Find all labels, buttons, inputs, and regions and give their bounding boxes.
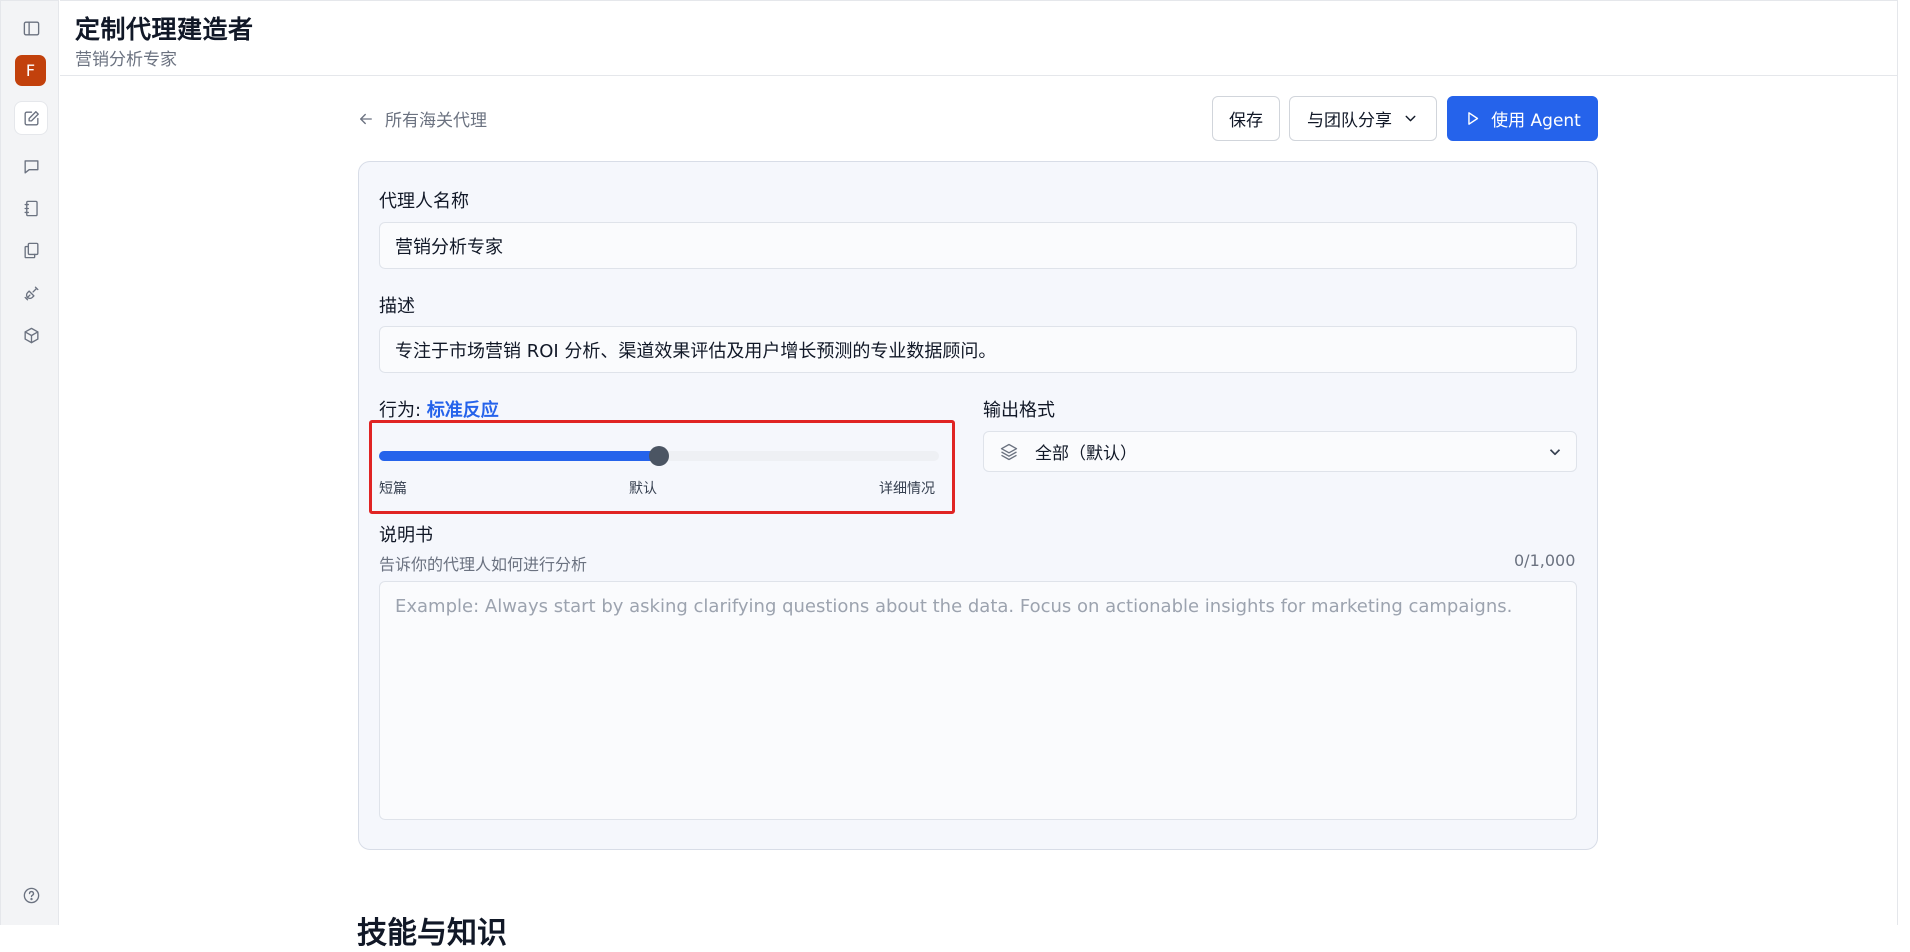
slider-highlight <box>369 420 955 514</box>
share-button[interactable]: 与团队分享 <box>1289 96 1437 141</box>
behavior-slider[interactable] <box>379 446 939 466</box>
avatar[interactable]: F <box>15 55 46 86</box>
header: 定制代理建造者 营销分析专家 <box>60 0 1898 76</box>
cube-icon[interactable] <box>14 318 48 352</box>
section-title: 技能与知识 <box>357 916 507 951</box>
save-button[interactable]: 保存 <box>1212 96 1280 141</box>
page-subtitle: 营销分析专家 <box>75 50 177 70</box>
slider-min-label: 短篇 <box>379 481 407 497</box>
behavior-label: 行为: 标准反应 <box>379 396 499 422</box>
back-link[interactable]: 所有海关代理 <box>357 106 487 131</box>
chevron-down-icon <box>1405 115 1416 122</box>
agent-name-input[interactable]: 营销分析专家 <box>379 222 1577 269</box>
play-icon <box>1468 112 1479 125</box>
save-button-label: 保存 <box>1229 111 1263 131</box>
edit-icon[interactable] <box>14 101 48 135</box>
behavior-prefix: 行为: <box>379 400 422 421</box>
slider-thumb[interactable] <box>649 446 669 466</box>
instructions-label: 说明书 <box>379 525 433 546</box>
description-input[interactable]: 专注于市场营销 ROI 分析、渠道效果评估及用户增长预测的专业数据顾问。 <box>379 326 1577 373</box>
share-button-label: 与团队分享 <box>1307 111 1392 131</box>
slider-fill <box>379 451 659 461</box>
slider-mid-label: 默认 <box>629 481 657 497</box>
description-value: 专注于市场营销 ROI 分析、渠道效果评估及用户增长预测的专业数据顾问。 <box>395 340 997 362</box>
instructions-placeholder: Example: Always start by asking clarifyi… <box>395 596 1513 617</box>
help-icon[interactable] <box>14 878 48 912</box>
chat-icon[interactable] <box>14 149 48 183</box>
slider-max-label: 详细情况 <box>879 481 935 497</box>
use-agent-label: 使用 Agent <box>1491 111 1581 131</box>
instructions-char-count: 0/1,000 <box>1514 551 1576 570</box>
instructions-textarea[interactable]: Example: Always start by asking clarifyi… <box>379 581 1577 820</box>
behavior-value: 标准反应 <box>426 400 499 421</box>
arrow-left-icon <box>360 113 372 124</box>
description-label: 描述 <box>379 296 415 317</box>
output-format-value: 全部（默认） <box>1035 444 1137 464</box>
chevron-down-icon <box>1546 443 1564 466</box>
use-agent-button[interactable]: 使用 Agent <box>1447 96 1598 141</box>
sidebar: F <box>0 0 59 925</box>
output-format-select[interactable]: 全部（默认） <box>983 431 1577 472</box>
back-link-label: 所有海关代理 <box>385 111 487 131</box>
name-label: 代理人名称 <box>379 191 469 212</box>
files-icon[interactable] <box>14 233 48 267</box>
notebook-icon[interactable] <box>14 191 48 225</box>
sidebar-toggle-icon[interactable] <box>14 11 48 45</box>
page-title: 定制代理建造者 <box>75 15 254 44</box>
plug-icon[interactable] <box>14 276 48 310</box>
agent-name-value: 营销分析专家 <box>395 236 503 258</box>
output-format-label: 输出格式 <box>983 400 1055 421</box>
right-divider <box>1897 0 1898 925</box>
layers-icon <box>1000 443 1018 460</box>
instructions-hint: 告诉你的代理人如何进行分析 <box>379 555 588 574</box>
